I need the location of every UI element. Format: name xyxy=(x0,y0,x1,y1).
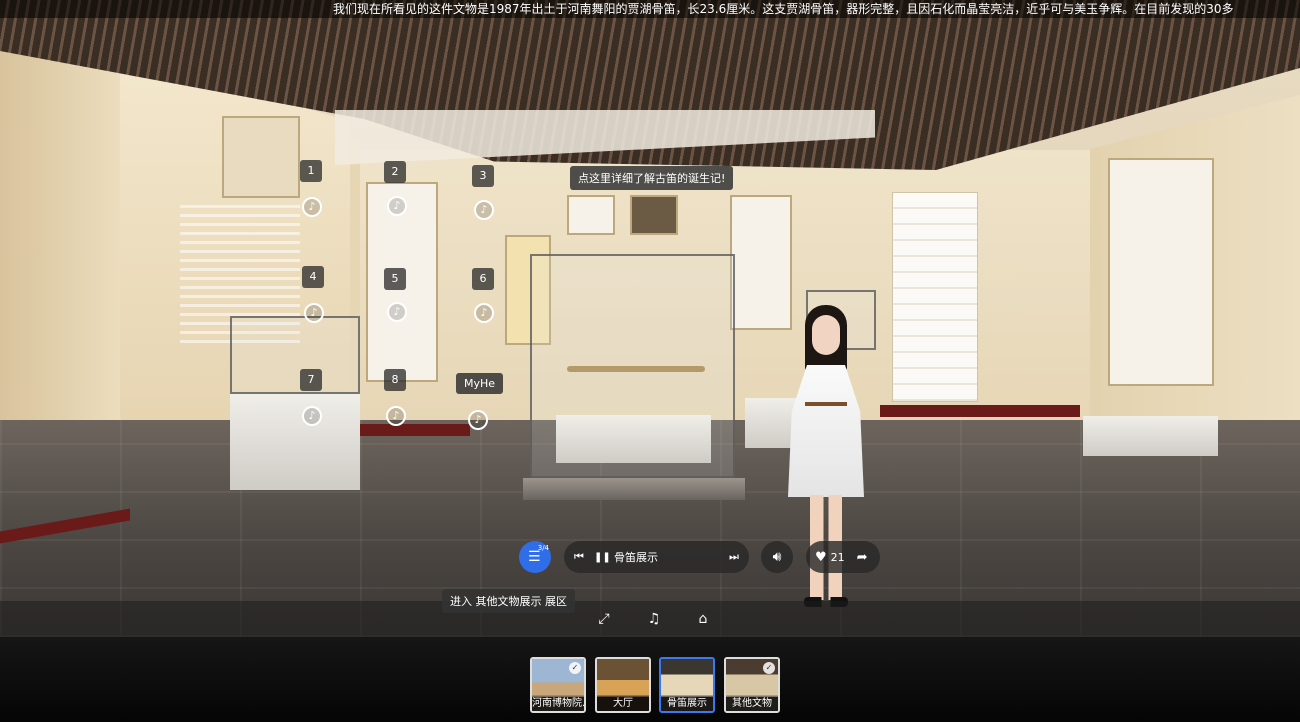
skip-previous-icon[interactable]: ⏮ xyxy=(564,550,594,564)
skirting-back-right xyxy=(880,405,1080,417)
hotspot-5[interactable]: 5 xyxy=(384,268,406,290)
playlist-count: 3/4 xyxy=(537,544,549,552)
music-note-icon[interactable]: ♪ xyxy=(304,303,324,323)
music-note-icon[interactable]: ♪ xyxy=(387,302,407,322)
narration-marquee: 我们现在所看见的这件文物是1987年出土于河南舞阳的贾湖骨笛，长23.6厘米。这… xyxy=(0,0,1300,18)
music-note-icon[interactable]: ♪ xyxy=(468,410,488,430)
hotspot-7[interactable]: 7 xyxy=(300,369,322,391)
flute-info-tooltip[interactable]: 点这里详细了解古笛的诞生记! xyxy=(570,166,734,190)
flute-photo-2 xyxy=(630,195,678,235)
flute-photo-1 xyxy=(567,195,615,235)
scene-thumb-hall[interactable]: 大厅 xyxy=(595,657,651,713)
plinth-left xyxy=(230,394,360,490)
check-icon: ✓ xyxy=(569,662,581,674)
volume-icon: 🔊︎ xyxy=(772,549,782,565)
guide-face xyxy=(812,315,840,355)
vr-glasses-icon[interactable]: ⌂ xyxy=(693,609,713,629)
check-icon: ✓ xyxy=(763,662,775,674)
scene-thumb-label: 骨笛展示 xyxy=(661,697,713,711)
skip-next-icon[interactable]: ⏭ xyxy=(719,550,749,564)
scene-thumb-bone-flute[interactable]: 骨笛展示 xyxy=(659,657,715,713)
scene-thumb-museum[interactable]: ✓ 河南博物院... xyxy=(530,657,586,713)
right-wall-artwork xyxy=(1108,158,1214,386)
plinth-far-right xyxy=(1083,416,1218,456)
music-off-icon[interactable]: ♫ xyxy=(644,609,664,629)
narration-text: 我们现在所看见的这件文物是1987年出土于河南舞阳的贾湖骨笛，长23.6厘米。这… xyxy=(333,2,1234,16)
framed-calligraphy xyxy=(222,116,300,198)
volume-button[interactable]: 🔊︎ xyxy=(761,541,793,573)
hotspot-6[interactable]: 6 xyxy=(472,268,494,290)
display-case-left xyxy=(230,316,360,394)
hotspot-4[interactable]: 4 xyxy=(302,266,324,288)
music-note-icon[interactable]: ♪ xyxy=(386,406,406,426)
playlist-button[interactable]: ☰ 3/4 xyxy=(519,541,551,573)
pause-icon[interactable]: ❚❚ xyxy=(594,552,611,563)
scene-thumb-label: 其他文物 xyxy=(726,697,778,711)
hotspot-2[interactable]: 2 xyxy=(384,161,406,183)
guide-dress xyxy=(788,365,864,497)
scene-thumb-label: 大厅 xyxy=(597,697,649,711)
bone-flute xyxy=(567,366,705,372)
track-title: 骨笛展示 xyxy=(614,551,658,564)
like-count: 21 xyxy=(830,550,845,564)
scene-thumb-label: 河南博物院... xyxy=(532,697,584,711)
scene-thumb-other-relics[interactable]: ✓ 其他文物 xyxy=(724,657,780,713)
skirting-back xyxy=(360,424,470,436)
heart-icon[interactable]: ♥ xyxy=(815,550,827,565)
hotspot-1[interactable]: 1 xyxy=(300,160,322,182)
music-note-icon[interactable]: ♪ xyxy=(474,200,494,220)
enter-zone-tip[interactable]: 进入 其他文物展示 展区 xyxy=(442,589,575,613)
audio-player: ⏮ ❚❚ 骨笛展示 ⏭ xyxy=(564,541,749,573)
scene-thumbnail-strip: ✓ 河南博物院... 大厅 骨笛展示 ✓ 其他文物 xyxy=(0,637,1300,722)
share-icon[interactable]: ➦ xyxy=(857,550,868,565)
hotspot-myhe[interactable]: MyHe xyxy=(456,373,504,394)
hotspot-8[interactable]: 8 xyxy=(384,369,406,391)
music-note-icon[interactable]: ♪ xyxy=(474,303,494,323)
fullscreen-icon[interactable]: ⤢ xyxy=(594,609,614,629)
guide-belt xyxy=(805,402,847,406)
bottom-toolbar: ⤢ ♫ ⌂ xyxy=(0,601,1300,637)
music-scroll xyxy=(892,192,978,402)
flute-pedestal xyxy=(556,415,711,463)
hotspot-3[interactable]: 3 xyxy=(472,165,494,187)
like-share-group: ♥ 21 ➦ xyxy=(806,541,880,573)
music-note-icon[interactable]: ♪ xyxy=(302,197,322,217)
music-note-icon[interactable]: ♪ xyxy=(302,406,322,426)
panorama-scene[interactable]: 1 ♪ 2 ♪ 3 ♪ 4 ♪ 5 ♪ 6 ♪ 7 ♪ 8 ♪ MyHe ♪ 点… xyxy=(0,0,1300,637)
central-case-base xyxy=(523,478,745,500)
list-icon: ☰ xyxy=(528,549,541,565)
music-note-icon[interactable]: ♪ xyxy=(387,196,407,216)
